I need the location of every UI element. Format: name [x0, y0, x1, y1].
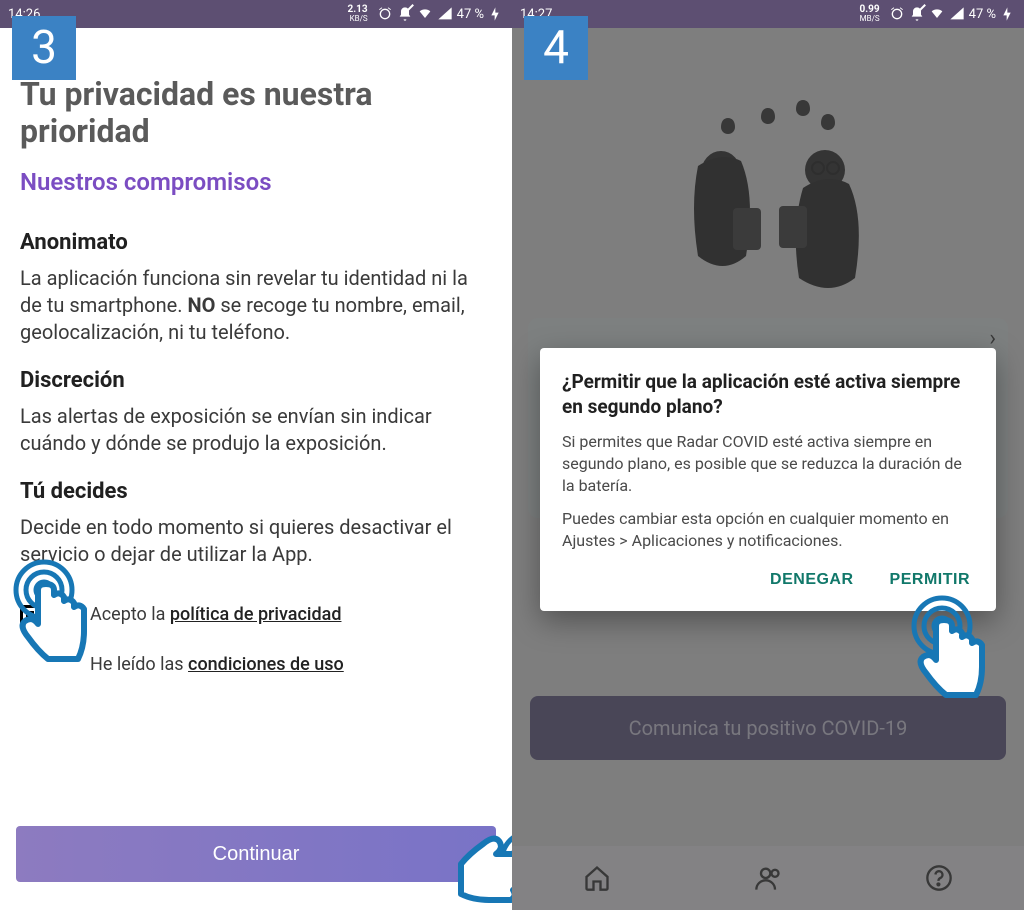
checkbox-icon: [20, 605, 40, 625]
page-subtitle: Nuestros compromisos: [20, 168, 492, 196]
mute-icon: [397, 6, 413, 22]
background-permission-dialog: ¿Permitir que la aplicación esté activa …: [540, 348, 996, 611]
network-speed: 2.13 KB/S: [348, 5, 368, 23]
checkbox-label: Acepto la política de privacidad: [90, 604, 341, 625]
wifi-icon: [929, 6, 945, 22]
charging-icon: [1000, 6, 1016, 22]
checkbox-privacy-policy[interactable]: Acepto la política de privacidad: [20, 590, 492, 640]
alarm-icon: [377, 6, 393, 22]
section-anonimato-body: La aplicación funciona sin revelar tu id…: [20, 265, 492, 346]
status-bar: 14:26 2.13 KB/S 47 %: [0, 0, 512, 28]
step-number-badge: 4: [524, 16, 588, 80]
section-discrecion-heading: Discreción: [20, 368, 492, 393]
battery-percent: 47 %: [457, 7, 484, 22]
alarm-icon: [889, 6, 905, 22]
signal-icon: [437, 6, 453, 22]
home-screen-dimmed: › Comunica tu positivo COVID-19 ¿Permiti…: [512, 28, 1024, 910]
dialog-title: ¿Permitir que la aplicación esté activa …: [562, 370, 974, 419]
section-discrecion-body: Las alertas de exposición se envían sin …: [20, 403, 492, 457]
dialog-actions: DENEGAR PERMITIR: [562, 563, 974, 597]
charging-icon: [488, 6, 504, 22]
terms-of-use-link[interactable]: condiciones de uso: [188, 654, 344, 675]
dialog-body-2: Puedes cambiar esta opción en cualquier …: [562, 508, 974, 551]
mute-icon: [909, 6, 925, 22]
continue-button[interactable]: Continuar: [16, 826, 496, 882]
screenshot-step-3: 14:26 2.13 KB/S 47 %: [0, 0, 512, 910]
section-tu-decides-body: Decide en todo momento si quieres desact…: [20, 514, 492, 568]
network-speed: 0.99 MB/S: [860, 5, 880, 23]
allow-button[interactable]: PERMITIR: [886, 563, 974, 597]
checkbox-label: He leído las condiciones de uso: [90, 654, 344, 675]
battery-percent: 47 %: [969, 7, 996, 22]
status-bar: 14:27 0.99 MB/S 47 %: [512, 0, 1024, 28]
screenshot-step-4: 14:27 0.99 MB/S 47 %: [512, 0, 1024, 910]
signal-icon: [949, 6, 965, 22]
wifi-icon: [417, 6, 433, 22]
page-title: Tu privacidad es nuestra prioridad: [20, 76, 492, 150]
dialog-body-1: Si permites que Radar COVID esté activa …: [562, 431, 974, 496]
privacy-screen: Tu privacidad es nuestra prioridad Nuest…: [0, 28, 512, 910]
section-anonimato-heading: Anonimato: [20, 230, 492, 255]
section-tu-decides-heading: Tú decides: [20, 479, 492, 504]
checkbox-terms-of-use[interactable]: He leído las condiciones de uso: [20, 640, 492, 690]
privacy-policy-link[interactable]: política de privacidad: [170, 604, 342, 625]
consent-checkboxes: Acepto la política de privacidad He leíd…: [20, 590, 492, 690]
deny-button[interactable]: DENEGAR: [766, 563, 858, 597]
step-number-badge: 3: [12, 16, 76, 80]
